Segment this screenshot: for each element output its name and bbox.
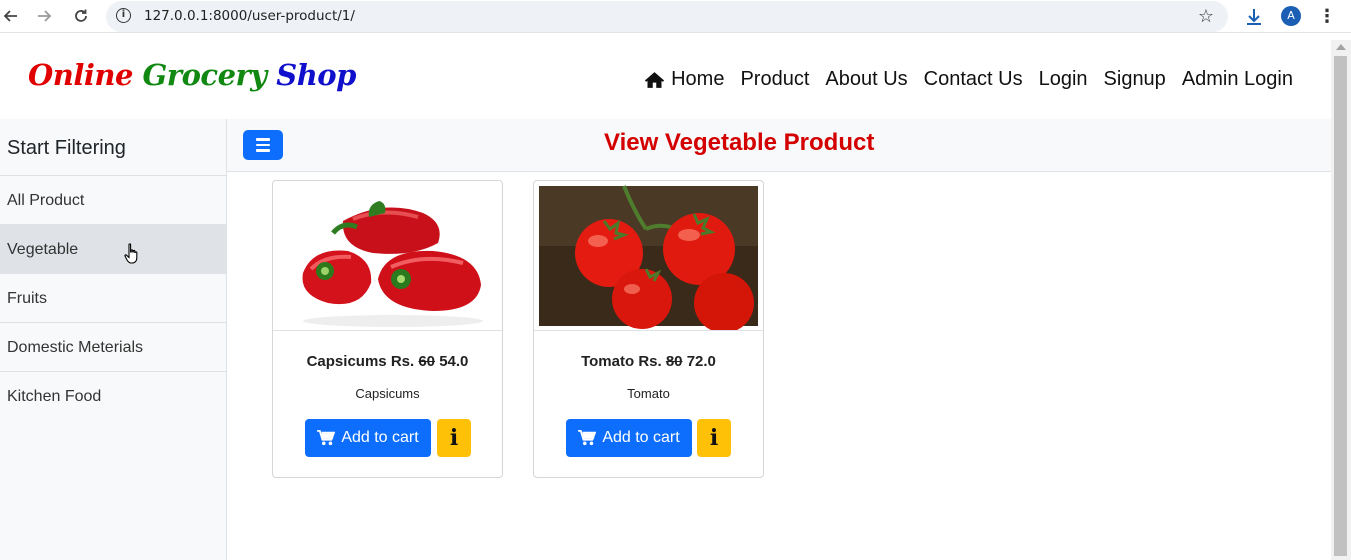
info-icon: i [449,425,459,451]
price: 54.0 [439,353,469,370]
home-icon [644,71,665,88]
nav-home-label: Home [671,68,725,90]
product-info-button[interactable]: i [437,419,471,457]
add-to-cart-label: Add to cart [341,429,419,446]
sidebar-item-all-product[interactable]: All Product [0,176,226,225]
hamburger-icon [256,138,270,141]
price: 72.0 [686,353,716,370]
product-title: Capsicums Rs. 60 54.0 [273,353,502,370]
cart-icon [578,430,597,446]
nav-login[interactable]: Login [1039,68,1088,91]
nav-signup[interactable]: Signup [1104,68,1166,91]
scrollbar-thumb[interactable] [1334,56,1347,556]
brand-word-1: Online [28,58,133,92]
address-url[interactable]: 127.0.0.1:8000/user-product/1/ [144,8,355,24]
brand-word-3: Shop [276,58,356,92]
sidebar-heading: Start Filtering [0,119,226,176]
address-bar[interactable]: i 127.0.0.1:8000/user-product/1/ ☆ [106,1,1228,32]
product-image-tomato [534,181,763,331]
product-name: Tomato [581,353,635,370]
hamburger-icon [256,143,270,147]
info-icon: i [709,425,719,451]
main-nav: Home Product About Us Contact Us Login S… [644,68,1293,91]
page-title: View Vegetable Product [604,129,875,156]
download-icon[interactable] [1243,6,1265,28]
nav-admin-login[interactable]: Admin Login [1182,68,1293,91]
filter-sidebar: Start Filtering All Product Vegetable Fr… [0,119,227,560]
browser-toolbar: i 127.0.0.1:8000/user-product/1/ ☆ A ⋮ [0,0,1351,33]
scroll-up-arrow-icon[interactable] [1336,44,1346,50]
forward-arrow-icon[interactable] [33,5,55,27]
sidebar-toggle-button[interactable] [243,130,283,160]
brand-word-2: Grocery [142,58,268,92]
hamburger-icon [256,149,270,152]
sidebar-item-kitchen-food[interactable]: Kitchen Food [0,372,226,421]
profile-avatar[interactable]: A [1281,6,1301,26]
bookmark-star-icon[interactable]: ☆ [1198,6,1214,27]
page-scrollbar[interactable] [1331,40,1351,560]
old-price: 80 [665,353,683,370]
product-card: Capsicums Rs. 60 54.0 Capsicums Add to c… [272,180,503,478]
cart-icon [317,430,336,446]
product-title: Tomato Rs. 80 72.0 [534,353,763,370]
currency-label: Rs. [390,353,415,370]
hand-cursor-icon [124,243,138,264]
nav-home[interactable]: Home [644,68,724,91]
product-info-button[interactable]: i [697,419,731,457]
content-topbar: View Vegetable Product [227,119,1331,172]
sidebar-item-vegetable[interactable]: Vegetable [0,225,226,274]
back-arrow-icon[interactable] [0,5,22,27]
add-to-cart-button[interactable]: Add to cart [305,419,431,457]
old-price: 60 [418,353,436,370]
nav-product[interactable]: Product [740,68,809,91]
menu-kebab-icon[interactable]: ⋮ [1318,5,1336,27]
add-to-cart-label: Add to cart [602,429,680,446]
add-to-cart-button[interactable]: Add to cart [566,419,692,457]
brand-logo[interactable]: Online Grocery Shop [28,58,356,92]
product-image-capsicum [273,181,502,331]
sidebar-item-fruits[interactable]: Fruits [0,274,226,323]
site-info-icon[interactable]: i [116,8,131,23]
product-card: Tomato Rs. 80 72.0 Tomato Add to cart i [533,180,764,478]
sidebar-item-domestic-meterials[interactable]: Domestic Meterials [0,323,226,372]
nav-about-us[interactable]: About Us [825,68,907,91]
site-header: Online Grocery Shop Home Product About U… [0,40,1331,119]
product-subtitle: Capsicums [355,386,420,401]
nav-contact-us[interactable]: Contact Us [924,68,1023,91]
product-name: Capsicums [306,353,387,370]
currency-label: Rs. [638,353,662,370]
reload-icon[interactable] [70,5,92,27]
product-subtitle: Tomato [627,386,670,401]
